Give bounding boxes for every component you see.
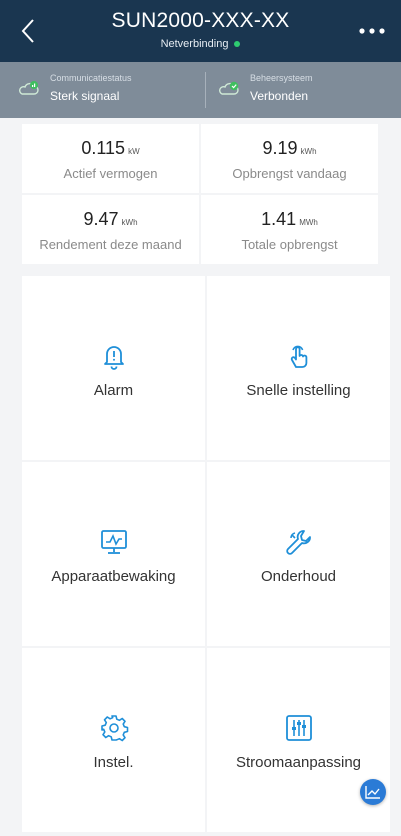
tile-power-adjustment[interactable]: Stroomaanpassing bbox=[207, 648, 390, 832]
stat-yield-today: 9.19 kWh Opbrengst vandaag bbox=[201, 124, 378, 193]
communication-status-label: Communicatiestatus bbox=[50, 73, 132, 83]
tile-label: Stroomaanpassing bbox=[235, 754, 362, 771]
management-system-value: Verbonden bbox=[250, 89, 309, 103]
more-button[interactable] bbox=[357, 22, 387, 40]
more-icon bbox=[359, 28, 385, 34]
gear-icon bbox=[100, 715, 128, 742]
connection-status: Netverbinding bbox=[0, 38, 401, 50]
stat-active-power: 0.115 kW Actief vermogen bbox=[22, 124, 199, 193]
function-grid: Alarm Snelle instelling Apparaatbewaking… bbox=[22, 276, 390, 832]
tile-device-monitoring[interactable]: Apparaatbewaking bbox=[22, 462, 205, 646]
stat-caption: Rendement deze maand bbox=[39, 237, 182, 252]
communication-status-value: Sterk signaal bbox=[50, 89, 120, 103]
tile-alarm[interactable]: Alarm bbox=[22, 276, 205, 460]
communication-status: Communicatiestatus Sterk signaal bbox=[18, 62, 198, 118]
tile-label: Onderhoud bbox=[260, 568, 337, 585]
device-title: SUN2000-XXX-XX bbox=[111, 9, 290, 32]
stat-unit: kWh bbox=[121, 218, 138, 227]
stat-value: 9.47 bbox=[83, 209, 119, 229]
tile-quick-settings[interactable]: Snelle instelling bbox=[207, 276, 390, 460]
status-dot bbox=[234, 41, 241, 48]
status-divider bbox=[205, 72, 206, 108]
tile-label: Snelle instelling bbox=[246, 382, 351, 399]
tile-settings[interactable]: Instel. bbox=[22, 648, 205, 832]
cloud-check-icon bbox=[219, 81, 239, 95]
stat-value: 1.41 bbox=[261, 209, 297, 229]
trend-chart-button[interactable] bbox=[360, 779, 386, 805]
stat-caption: Actief vermogen bbox=[63, 166, 158, 181]
wrench-icon bbox=[285, 530, 311, 555]
status-bar: Communicatiestatus Sterk signaal Beheers… bbox=[0, 62, 401, 118]
tile-label: Alarm bbox=[93, 382, 134, 399]
stat-caption: Totale opbrengst bbox=[241, 237, 338, 252]
sliders-icon bbox=[285, 715, 312, 741]
cloud-signal-icon bbox=[19, 81, 39, 95]
app-header: SUN2000-XXX-XX Netverbinding bbox=[0, 0, 401, 62]
tile-label: Instel. bbox=[93, 754, 134, 771]
stat-unit: MWh bbox=[299, 218, 318, 227]
stat-value: 0.115 bbox=[81, 138, 126, 158]
stat-value: 9.19 bbox=[262, 138, 298, 158]
connection-status-label: Netverbinding bbox=[160, 38, 229, 50]
bell-icon bbox=[103, 346, 124, 370]
stats-panel: 0.115 kW Actief vermogen 9.19 kWh Opbrengs… bbox=[22, 124, 378, 264]
tile-label: Apparaatbewaking bbox=[51, 568, 176, 585]
trend-chart-icon bbox=[365, 786, 380, 799]
stat-unit: kW bbox=[128, 147, 140, 156]
stat-caption: Opbrengst vandaag bbox=[232, 166, 347, 181]
management-system-label: Beheersysteem bbox=[250, 73, 313, 83]
management-system-status: Beheersysteem Verbonden bbox=[218, 62, 388, 118]
monitor-icon bbox=[100, 530, 127, 554]
hand-pointer-icon bbox=[290, 345, 307, 368]
stat-unit: kWh bbox=[300, 147, 317, 156]
stat-total-yield: 1.41 MWh Totale opbrengst bbox=[201, 195, 378, 264]
tile-maintenance[interactable]: Onderhoud bbox=[207, 462, 390, 646]
stat-yield-month: 9.47 kWh Rendement deze maand bbox=[22, 195, 199, 264]
